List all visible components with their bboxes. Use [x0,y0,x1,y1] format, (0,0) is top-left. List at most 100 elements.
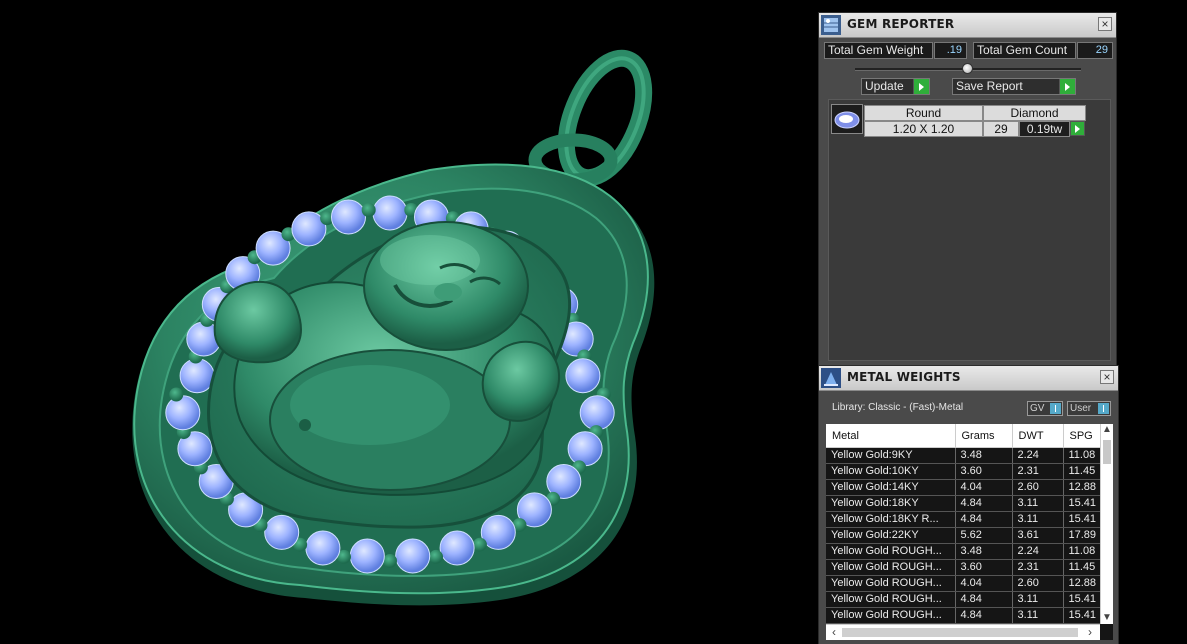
prong-bead [472,537,487,552]
prong-bead [361,203,376,217]
grams-value: 4.84 [955,511,1013,528]
round-diamond [305,530,341,566]
user-select[interactable]: User [1067,401,1111,416]
metal-table-container: Metal Grams DWT SPG Yellow Gold:9KY 3.48 2… [826,424,1113,640]
vertical-scrollbar[interactable]: ▲ ▼ [1100,424,1113,624]
metal-table: Metal Grams DWT SPG Yellow Gold:9KY 3.48 2… [826,424,1113,624]
metal-name: Yellow Gold ROUGH... [826,575,956,592]
gem-material: Diamond [983,105,1086,121]
scroll-right-icon[interactable]: › [1083,626,1097,639]
metal-name: Yellow Gold ROUGH... [826,543,956,560]
grams-value: 4.84 [955,607,1013,624]
dwt-value: 3.11 [1012,591,1064,608]
prong-bead [169,387,184,402]
round-diamond [165,395,201,431]
dwt-value: 3.11 [1012,495,1064,512]
gem-row-go-button[interactable] [1070,121,1085,136]
grams-value: 4.84 [955,591,1013,608]
table-row[interactable]: Yellow Gold:14KY 4.04 2.60 12.88 [826,479,1113,496]
gem-reporter-panel: GEM REPORTER × Total Gem Weight .19 Tota… [818,12,1117,367]
scroll-down-icon[interactable]: ▼ [1101,612,1113,624]
column-header-grams[interactable]: Grams [955,424,1013,448]
pendant-render [132,49,655,606]
gem-shape: Round [864,105,983,121]
table-row[interactable]: Yellow Gold:9KY 3.48 2.24 11.08 [826,447,1113,464]
table-row[interactable]: Yellow Gold:18KY 4.84 3.11 15.41 [826,495,1113,512]
horizontal-scroll-thumb[interactable] [842,628,1078,637]
dwt-value: 2.60 [1012,479,1064,496]
table-row[interactable]: Yellow Gold ROUGH... 3.48 2.24 11.08 [826,543,1113,560]
table-row[interactable]: Yellow Gold:22KY 5.62 3.61 17.89 [826,527,1113,544]
grams-value: 3.48 [955,543,1013,560]
dwt-value: 2.24 [1012,543,1064,560]
prong-bead [429,549,443,564]
gem-size: 1.20 X 1.20 [864,121,983,137]
table-row[interactable]: Yellow Gold:18KY R... 4.84 3.11 15.41 [826,511,1113,528]
library-label: Library: Classic - (Fast)-Metal [832,402,964,413]
total-gem-weight-value: .19 [934,42,967,59]
close-icon[interactable]: × [1098,17,1112,31]
table-row[interactable]: Yellow Gold ROUGH... 4.04 2.60 12.88 [826,575,1113,592]
round-diamond [372,195,408,231]
unit-select[interactable]: GV [1027,401,1063,416]
save-report-button[interactable]: Save Report [952,78,1076,95]
total-gem-weight-label: Total Gem Weight [824,42,933,59]
table-row[interactable]: Yellow Gold ROUGH... 4.84 3.11 15.41 [826,607,1113,624]
scroll-left-icon[interactable]: ‹ [827,626,841,639]
update-label: Update [865,79,904,93]
grams-value: 3.60 [955,559,1013,576]
scroll-up-icon[interactable]: ▲ [1101,424,1113,436]
round-diamond [395,538,431,574]
column-header-metal[interactable]: Metal [826,424,956,448]
round-diamond [439,530,475,566]
metal-name: Yellow Gold:10KY [826,463,956,480]
total-gem-count-value: 29 [1077,42,1113,59]
grams-value: 4.04 [955,575,1013,592]
gem-reporter-icon [821,15,841,35]
metal-name: Yellow Gold:14KY [826,479,956,496]
vertical-scroll-thumb[interactable] [1103,440,1111,464]
gem-slider-handle[interactable] [962,63,973,74]
table-row[interactable]: Yellow Gold ROUGH... 4.84 3.11 15.41 [826,591,1113,608]
metal-name: Yellow Gold ROUGH... [826,607,956,624]
user-select-value: User [1070,403,1092,414]
close-icon[interactable]: × [1100,370,1114,384]
metal-table-header: Metal Grams DWT SPG [826,424,1113,448]
metal-name: Yellow Gold:18KY [826,495,956,512]
table-row[interactable]: Yellow Gold ROUGH... 3.60 2.31 11.45 [826,559,1113,576]
metal-name: Yellow Gold:9KY [826,447,956,464]
dwt-value: 2.31 [1012,559,1064,576]
round-gem-icon[interactable] [831,104,863,134]
grams-value: 3.48 [955,447,1013,464]
dwt-value: 3.11 [1012,511,1064,528]
play-arrow-icon [913,79,929,94]
dwt-value: 3.11 [1012,607,1064,624]
grams-value: 5.62 [955,527,1013,544]
viewport-3d[interactable] [0,0,818,644]
scale-icon [821,368,841,388]
horizontal-scrollbar[interactable]: ‹ › [826,624,1100,640]
round-diamond [331,199,366,235]
grams-value: 4.84 [955,495,1013,512]
metal-weights-panel: METAL WEIGHTS × Library: Classic - (Fast… [818,365,1119,644]
dwt-value: 3.61 [1012,527,1064,544]
play-arrow-icon [1059,79,1075,94]
gem-reporter-titlebar[interactable]: GEM REPORTER × [819,13,1116,38]
dwt-value: 2.24 [1012,447,1064,464]
round-diamond [579,395,615,431]
round-diamond [565,358,601,394]
save-report-label: Save Report [956,79,1023,93]
metal-name: Yellow Gold ROUGH... [826,591,956,608]
unit-select-value: GV [1030,403,1045,414]
metal-weights-titlebar[interactable]: METAL WEIGHTS × [819,366,1118,391]
column-header-dwt[interactable]: DWT [1012,424,1064,448]
metal-name: Yellow Gold ROUGH... [826,559,956,576]
gem-list: Round Diamond 1.20 X 1.20 29 0.19tw [828,99,1111,361]
round-diamond [567,431,603,467]
update-button[interactable]: Update [861,78,930,95]
table-row[interactable]: Yellow Gold:10KY 3.60 2.31 11.45 [826,463,1113,480]
dropdown-icon [1050,403,1061,414]
grams-value: 4.04 [955,479,1013,496]
metal-name: Yellow Gold:22KY [826,527,956,544]
round-diamond [264,514,300,550]
